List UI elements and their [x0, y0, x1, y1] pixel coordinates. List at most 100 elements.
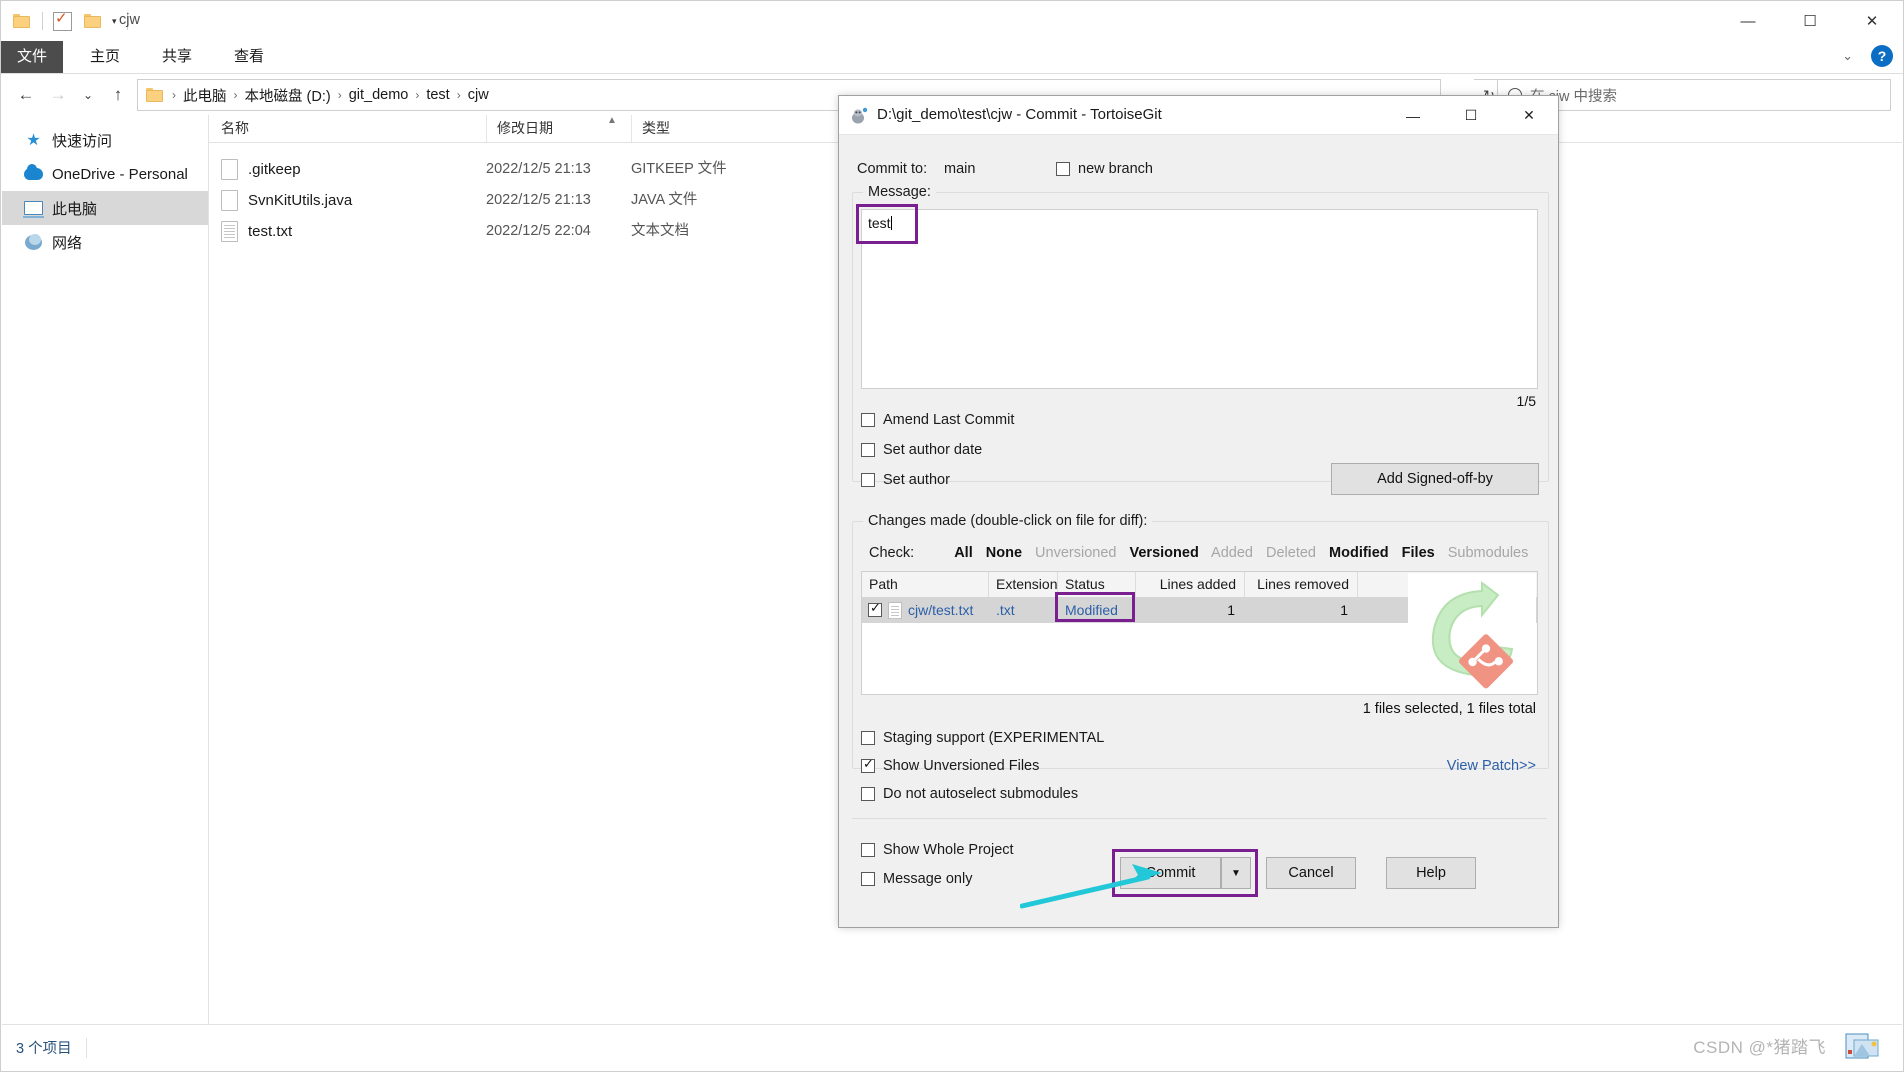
commit-message-value: test [868, 215, 891, 231]
check-filter-versioned[interactable]: Versioned [1130, 545, 1199, 561]
commit-message-input[interactable]: test [861, 209, 1538, 389]
watermark-text: CSDN @*猪踏飞 [1693, 1033, 1826, 1058]
show-whole-project-checkbox-box [861, 843, 875, 857]
column-header-name[interactable]: 名称 [209, 115, 486, 142]
dialog-title-bar: D:\git_demo\test\cjw - Commit - Tortoise… [839, 96, 1558, 135]
new-folder-icon[interactable] [84, 13, 103, 29]
staging-support-label: Staging support (EXPERIMENTAL [883, 730, 1104, 746]
breadcrumb-separator: › [172, 88, 176, 102]
check-filter-all[interactable]: All [954, 545, 973, 561]
dialog-title: D:\git_demo\test\cjw - Commit - Tortoise… [877, 106, 1162, 123]
column-header-extension[interactable]: Extension [989, 572, 1058, 597]
file-date: 2022/12/5 21:13 [486, 185, 591, 215]
breadcrumb-item-1[interactable]: 本地磁盘 (D:) [245, 85, 331, 106]
column-header-date[interactable]: 修改日期 [486, 115, 631, 142]
dialog-divider [852, 818, 1547, 819]
back-button[interactable]: ← [13, 82, 39, 108]
message-group-label: Message: [863, 184, 936, 200]
amend-last-commit-label: Amend Last Commit [883, 412, 1014, 428]
forward-button[interactable]: → [45, 82, 71, 108]
do-not-autoselect-submodules-checkbox[interactable]: Do not autoselect submodules [861, 786, 1078, 802]
text-file-icon [221, 221, 238, 242]
new-branch-checkbox[interactable]: new branch [1056, 161, 1153, 177]
blank-file-icon [221, 190, 238, 211]
new-branch-checkbox-box [1056, 162, 1070, 176]
up-button[interactable]: ↑ [105, 82, 131, 108]
breadcrumb-item-4[interactable]: cjw [468, 87, 489, 103]
sidebar-item-label: OneDrive - Personal [52, 166, 188, 183]
maximize-button[interactable]: ☐ [1779, 1, 1841, 41]
check-filter-deleted: Deleted [1266, 545, 1316, 561]
check-filter-modified[interactable]: Modified [1329, 545, 1389, 561]
dialog-body: Commit to: main new branch Message: test… [839, 135, 1558, 927]
show-whole-project-checkbox[interactable]: Show Whole Project [861, 842, 1014, 858]
breadcrumb-folder-icon [146, 87, 165, 103]
breadcrumb-item-3[interactable]: test [426, 87, 449, 103]
set-author-checkbox-box [861, 473, 875, 487]
sidebar-item-quick-access[interactable]: ★ 快速访问 [2, 123, 208, 157]
staging-support-checkbox-box [861, 731, 875, 745]
close-button[interactable]: ✕ [1841, 1, 1903, 41]
dialog-close-button[interactable]: ✕ [1500, 96, 1558, 135]
sidebar-item-label: 网络 [52, 232, 82, 253]
status-cell: Modified [1058, 597, 1136, 623]
commit-button[interactable]: Commit [1120, 857, 1221, 889]
text-caret [891, 216, 892, 230]
customize-caret-icon[interactable]: ▾ [112, 16, 117, 27]
check-filter-row: Check: All None Unversioned Versioned Ad… [869, 545, 1537, 561]
column-header-lines-removed[interactable]: Lines removed [1245, 572, 1358, 597]
collapse-ribbon-icon[interactable]: ⌄ [1842, 48, 1853, 64]
set-author-date-label: Set author date [883, 442, 982, 458]
column-header-path[interactable]: Path [862, 572, 989, 597]
help-icon[interactable]: ? [1871, 45, 1893, 67]
set-author-date-checkbox-box [861, 443, 875, 457]
add-signed-off-by-button[interactable]: Add Signed-off-by [1331, 463, 1539, 495]
message-only-checkbox[interactable]: Message only [861, 871, 972, 887]
commit-dropdown-button[interactable]: ▼ [1221, 857, 1251, 889]
amend-last-commit-checkbox[interactable]: Amend Last Commit [861, 412, 1014, 428]
changed-files-table[interactable]: Path Extension Status Lines added Lines … [861, 571, 1538, 695]
folder-icon[interactable] [13, 13, 32, 29]
column-header-type[interactable]: 类型 [631, 115, 811, 142]
row-checkbox[interactable] [868, 603, 882, 617]
watermark-badge-icon [1834, 1032, 1880, 1062]
help-button[interactable]: Help [1386, 857, 1476, 889]
recent-locations-button[interactable]: ⌄ [75, 82, 101, 108]
staging-support-checkbox[interactable]: Staging support (EXPERIMENTAL [861, 730, 1104, 746]
column-header-status[interactable]: Status [1058, 572, 1136, 597]
tab-share[interactable]: 共享 [149, 41, 205, 73]
dialog-minimize-button[interactable]: — [1384, 96, 1442, 135]
view-patch-link[interactable]: View Patch>> [1447, 758, 1536, 774]
file-name: SvnKitUtils.java [248, 192, 352, 209]
new-branch-label: new branch [1078, 161, 1153, 177]
show-unversioned-files-checkbox[interactable]: Show Unversioned Files [861, 758, 1039, 774]
tab-home[interactable]: 主页 [77, 41, 133, 73]
explorer-title-bar: ▾ cjw — ☐ ✕ [1, 1, 1903, 41]
network-icon [24, 233, 43, 252]
changes-group-label: Changes made (double-click on file for d… [863, 513, 1152, 529]
breadcrumb-item-2[interactable]: git_demo [349, 87, 409, 103]
sidebar-item-label: 此电脑 [52, 198, 97, 219]
cloud-icon [24, 165, 43, 184]
file-name-cell: .gitkeep [221, 154, 301, 184]
properties-checkbox-icon[interactable] [53, 12, 72, 31]
tab-view[interactable]: 查看 [221, 41, 277, 73]
message-only-checkbox-box [861, 872, 875, 886]
cancel-button[interactable]: Cancel [1266, 857, 1356, 889]
file-name: .gitkeep [248, 161, 301, 178]
check-filter-none[interactable]: None [986, 545, 1022, 561]
sidebar-item-network[interactable]: 网络 [2, 225, 208, 259]
tab-file[interactable]: 文件 [1, 41, 63, 73]
sidebar-item-onedrive[interactable]: OneDrive - Personal [2, 157, 208, 191]
set-author-checkbox[interactable]: Set author [861, 472, 950, 488]
minimize-button[interactable]: — [1717, 1, 1779, 41]
breadcrumb-item-0[interactable]: 此电脑 [183, 85, 227, 106]
file-type: 文本文档 [631, 216, 689, 246]
check-filter-files[interactable]: Files [1402, 545, 1435, 561]
column-header-lines-added[interactable]: Lines added [1136, 572, 1245, 597]
sidebar-item-this-pc[interactable]: 此电脑 [2, 191, 208, 225]
explorer-window-controls: — ☐ ✕ [1717, 1, 1903, 41]
show-unversioned-files-checkbox-box [861, 759, 875, 773]
set-author-date-checkbox[interactable]: Set author date [861, 442, 982, 458]
dialog-maximize-button[interactable]: ☐ [1442, 96, 1500, 135]
